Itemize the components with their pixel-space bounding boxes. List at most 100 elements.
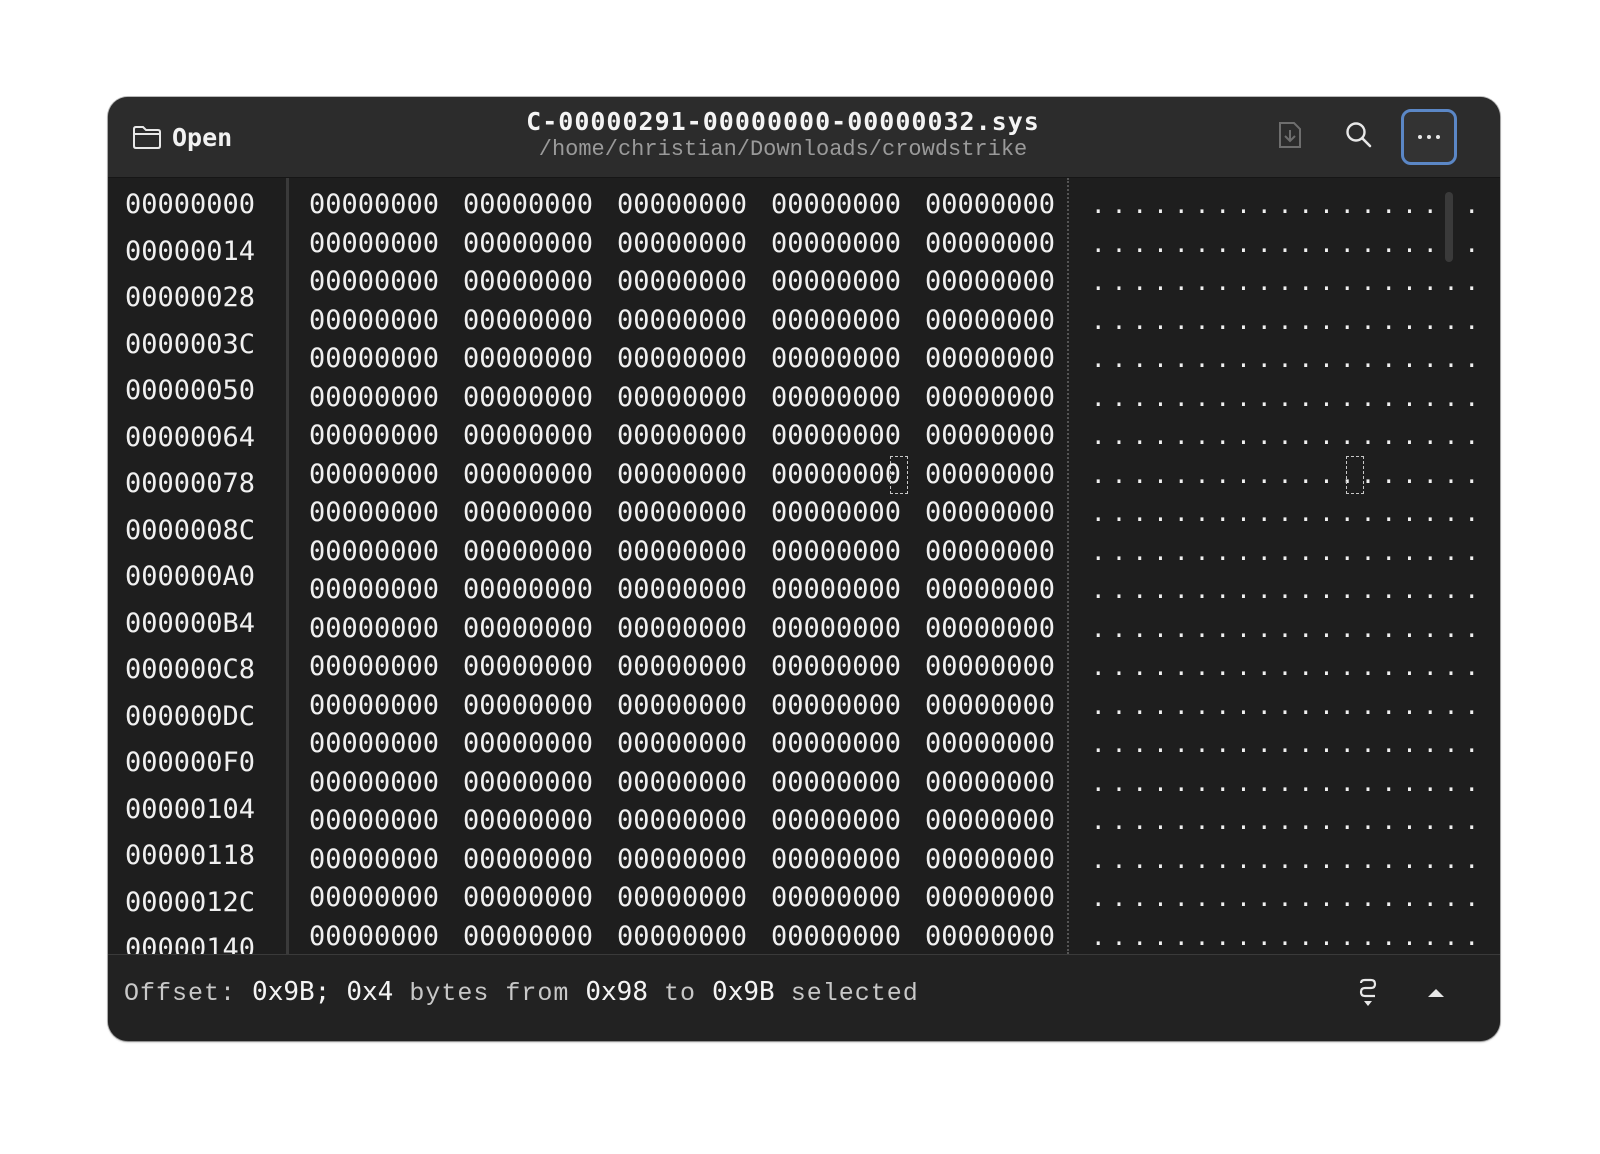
ascii-row[interactable]: ................... <box>1091 802 1479 841</box>
hex-byte-group[interactable]: 00000000 <box>771 340 901 379</box>
hex-byte-group[interactable]: 00000000 <box>925 879 1055 918</box>
hex-byte-group[interactable]: 00000000 <box>463 764 593 803</box>
hex-byte-group[interactable]: 00000000 <box>617 456 747 495</box>
ascii-row[interactable]: ................... <box>1091 841 1479 880</box>
hex-row[interactable]: 00000000 00000000 00000000 00000000 00000000 <box>289 918 1067 957</box>
hex-byte-group[interactable]: 00000000 <box>617 340 747 379</box>
ascii-row[interactable]: ................... <box>1091 263 1479 302</box>
hex-row[interactable]: 00000000 00000000 00000000 00000000 00000000 <box>289 610 1067 649</box>
hex-byte-group[interactable]: 00000000 <box>925 263 1055 302</box>
hex-byte-group[interactable]: 00000000 <box>309 340 439 379</box>
hex-byte-group[interactable]: 00000000 <box>463 533 593 572</box>
hex-row[interactable]: 00000000 00000000 00000000 00000000 00000000 <box>289 417 1067 456</box>
hex-byte-group[interactable]: 00000000 <box>925 417 1055 456</box>
hex-byte-group[interactable]: 00000000 <box>617 263 747 302</box>
collapse-panel-button[interactable] <box>1416 975 1456 1015</box>
hex-view[interactable]: 00000000 00000014 00000028 0000003C 00000050… <box>108 178 1500 1041</box>
hex-byte-group[interactable]: 00000000 <box>617 725 747 764</box>
hex-byte-group[interactable]: 00000000 <box>925 340 1055 379</box>
hex-row[interactable]: 00000000 00000000 00000000 00000000 00000000 <box>289 263 1067 302</box>
hex-byte-group[interactable]: 00000000 <box>309 918 439 957</box>
hex-byte-group[interactable]: 00000000 <box>925 687 1055 726</box>
vertical-scrollbar[interactable] <box>1445 192 1453 262</box>
hex-byte-group[interactable]: 00000000 <box>771 494 901 533</box>
hex-row[interactable]: 00000000 00000000 00000000 00000000 00000000 <box>289 648 1067 687</box>
hex-row[interactable]: 00000000 00000000 00000000 00000000 00000000 <box>289 802 1067 841</box>
hex-byte-group[interactable]: 00000000 <box>309 841 439 880</box>
hex-byte-group[interactable]: 00000000 <box>925 302 1055 341</box>
ascii-row[interactable]: ................... <box>1091 533 1479 572</box>
hex-byte-group[interactable]: 00000000 <box>309 533 439 572</box>
hex-byte-group[interactable]: 00000000 <box>771 918 901 957</box>
hex-byte-group[interactable]: 00000000 <box>463 340 593 379</box>
ascii-row[interactable]: ................... <box>1091 879 1479 918</box>
hex-byte-group[interactable]: 00000000 <box>771 764 901 803</box>
hex-byte-group[interactable]: 00000000 <box>463 571 593 610</box>
hex-byte-group[interactable]: 00000000 <box>463 379 593 418</box>
hex-byte-group[interactable]: 00000000 <box>925 841 1055 880</box>
hex-byte-group[interactable]: 00000000 <box>463 918 593 957</box>
search-button[interactable] <box>1331 109 1387 165</box>
hex-byte-group[interactable]: 00000000 <box>771 841 901 880</box>
hex-byte-group[interactable]: 00000000 <box>617 764 747 803</box>
hex-byte-group[interactable]: 00000000 <box>771 879 901 918</box>
hex-byte-group[interactable]: 00000000 <box>463 648 593 687</box>
ascii-row[interactable]: ................... <box>1091 764 1479 803</box>
more-menu-button[interactable] <box>1401 109 1457 165</box>
hex-byte-group[interactable]: 00000000 <box>309 610 439 649</box>
hex-row[interactable]: 00000000 00000000 00000000 00000000 00000000 <box>289 841 1067 880</box>
hex-byte-group[interactable]: 00000000 <box>925 494 1055 533</box>
hex-byte-group[interactable]: 00000000 <box>309 764 439 803</box>
hex-byte-group[interactable]: 00000000 <box>771 417 901 456</box>
hex-byte-group[interactable]: 00000000 <box>771 648 901 687</box>
hex-byte-group[interactable]: 00000000 <box>463 725 593 764</box>
hex-byte-group[interactable]: 00000000 <box>617 571 747 610</box>
hex-byte-group[interactable]: 00000000 <box>463 610 593 649</box>
hex-byte-group[interactable]: 00000000 <box>925 456 1055 495</box>
hex-row[interactable]: 00000000 00000000 00000000 00000000 00000000 <box>289 302 1067 341</box>
ascii-row[interactable]: ................... <box>1091 225 1479 264</box>
hex-byte-group[interactable]: 00000000 <box>925 533 1055 572</box>
ascii-row[interactable]: ................... <box>1091 302 1479 341</box>
hex-byte-group[interactable]: 00000000 <box>771 533 901 572</box>
hex-byte-group[interactable]: 00000000 <box>463 225 593 264</box>
hex-byte-group[interactable]: 00000000 <box>771 571 901 610</box>
ascii-row[interactable]: ................... <box>1091 610 1479 649</box>
hex-byte-group[interactable]: 00000000 <box>463 879 593 918</box>
hex-byte-group[interactable]: 00000000 <box>925 610 1055 649</box>
hex-byte-group[interactable]: 00000000 <box>617 186 747 225</box>
hex-byte-group[interactable]: 00000000 <box>617 533 747 572</box>
hex-byte-group[interactable]: 00000000 <box>463 802 593 841</box>
hex-byte-group[interactable]: 00000000 <box>309 571 439 610</box>
hex-byte-group[interactable]: 00000000 <box>463 456 593 495</box>
hex-row[interactable]: 00000000 00000000 00000000 00000000 00000000 <box>289 340 1067 379</box>
hex-byte-group[interactable]: 00000000 <box>309 263 439 302</box>
save-button[interactable] <box>1262 109 1318 165</box>
hex-byte-group[interactable]: 00000000 <box>309 802 439 841</box>
hex-byte-group[interactable]: 00000000 <box>771 687 901 726</box>
hex-byte-group[interactable]: 00000000 <box>309 302 439 341</box>
hex-byte-group[interactable]: 00000000 <box>617 802 747 841</box>
hex-byte-group[interactable]: 00000000 <box>771 802 901 841</box>
hex-byte-group[interactable]: 00000000 <box>463 417 593 456</box>
hex-byte-group[interactable]: 00000000 <box>309 725 439 764</box>
hex-byte-group[interactable]: 00000000 <box>309 186 439 225</box>
hex-byte-group[interactable]: 00000000 <box>771 456 901 495</box>
hex-byte-group[interactable]: 00000000 <box>771 610 901 649</box>
hex-byte-group[interactable]: 00000000 <box>463 302 593 341</box>
ascii-row[interactable]: ................... <box>1091 725 1479 764</box>
hex-byte-group[interactable]: 00000000 <box>309 879 439 918</box>
ascii-row[interactable]: ................... <box>1091 379 1479 418</box>
hex-row[interactable]: 00000000 00000000 00000000 00000000 00000000 <box>289 225 1067 264</box>
hex-byte-group[interactable]: 00000000 <box>771 225 901 264</box>
hex-byte-group[interactable]: 00000000 <box>617 687 747 726</box>
hex-byte-group[interactable]: 00000000 <box>925 225 1055 264</box>
hex-byte-group[interactable]: 00000000 <box>925 764 1055 803</box>
hex-byte-group[interactable]: 00000000 <box>309 456 439 495</box>
hex-byte-group[interactable]: 00000000 <box>463 687 593 726</box>
hex-byte-group[interactable]: 00000000 <box>617 648 747 687</box>
hex-row[interactable]: 00000000 00000000 00000000 00000000 00000000 <box>289 571 1067 610</box>
hex-byte-group[interactable]: 00000000 <box>617 879 747 918</box>
ascii-row[interactable]: ................... <box>1091 571 1479 610</box>
ascii-row[interactable]: ................... <box>1091 186 1479 225</box>
